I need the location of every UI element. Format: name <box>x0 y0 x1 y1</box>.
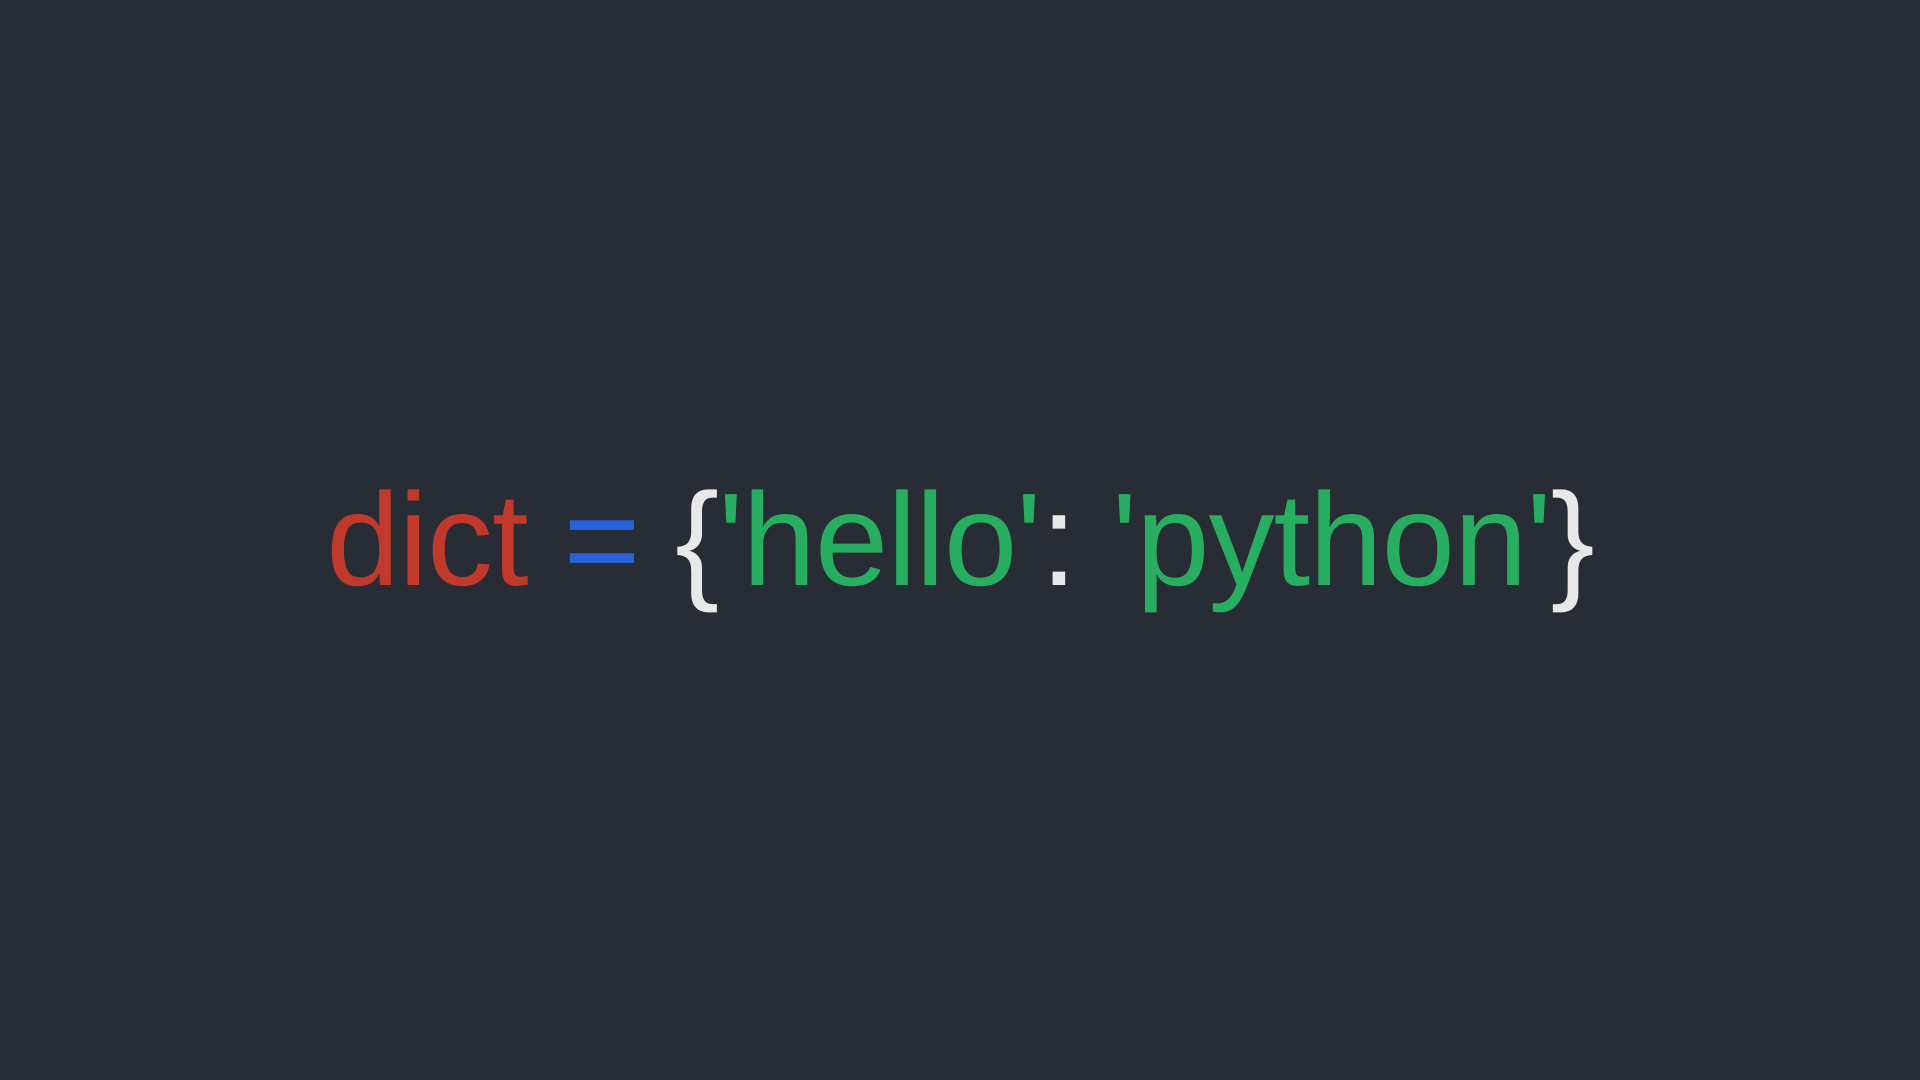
token-variable: dict <box>326 466 527 613</box>
token-string-value: 'python' <box>1112 466 1551 613</box>
token-brace-close: } <box>1551 466 1594 613</box>
token-string-key: 'hello' <box>718 466 1040 613</box>
space <box>1076 466 1112 613</box>
space <box>639 466 675 613</box>
token-operator: = <box>563 466 639 613</box>
token-colon: : <box>1041 466 1077 613</box>
code-line: dict = {'hello': 'python'} <box>326 474 1593 606</box>
space <box>528 466 564 613</box>
token-brace-open: { <box>675 466 718 613</box>
